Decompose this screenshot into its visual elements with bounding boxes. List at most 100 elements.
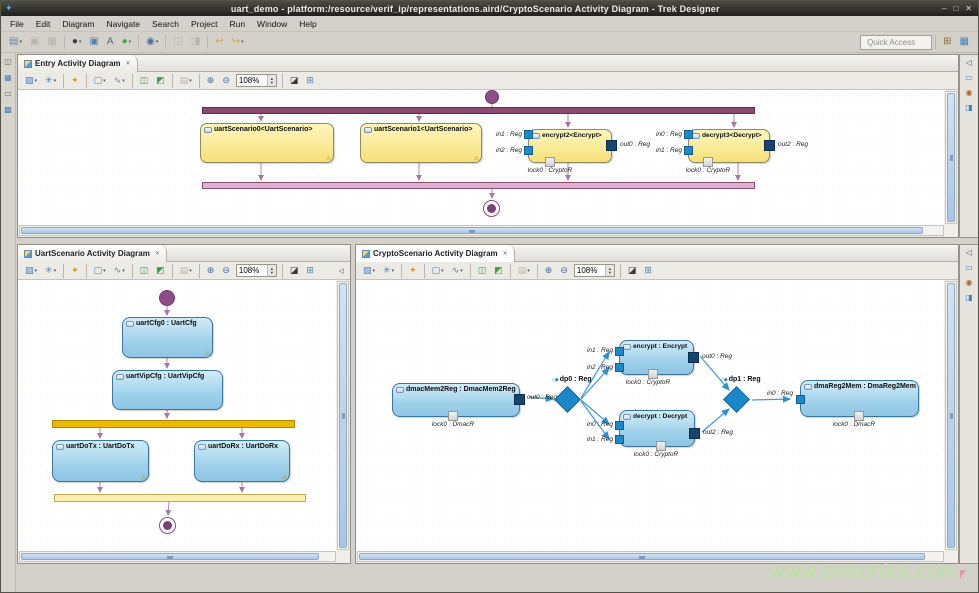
pin-out0[interactable] <box>514 394 525 405</box>
pin-in1[interactable] <box>615 435 624 444</box>
menu-search[interactable]: Search <box>146 17 185 31</box>
pin-lock0[interactable] <box>703 157 713 167</box>
node-dmaReg2Mem[interactable]: dmaReg2Mem : DmaReg2Mem in0 : Reg lock0 … <box>800 380 919 417</box>
menu-help[interactable]: Help <box>293 17 322 31</box>
console-icon[interactable]: ▣ <box>86 34 101 50</box>
pin-in2[interactable] <box>615 363 624 372</box>
close-tab-icon[interactable]: ✕ <box>126 60 131 67</box>
close-tab-icon[interactable]: ✕ <box>155 250 160 257</box>
pin-in1[interactable] <box>524 130 533 139</box>
uart-horizontal-scrollbar[interactable] <box>19 551 336 562</box>
pin-out2[interactable] <box>764 140 775 151</box>
zoom-out-icon[interactable]: ⊖ <box>219 73 233 89</box>
note-tool-icon[interactable]: ◨ <box>964 293 974 303</box>
scrollbar-thumb[interactable] <box>21 553 319 560</box>
line-style-icon[interactable]: ∿▾ <box>449 263 466 279</box>
node-uartScenario1[interactable]: uartScenario1<UartScenario> ⚠ <box>360 123 482 163</box>
collapse-palette-icon[interactable]: ◁ <box>965 58 973 68</box>
fork-bar[interactable] <box>202 107 755 114</box>
pin-in0[interactable] <box>796 395 805 404</box>
pin-lock0[interactable] <box>656 441 666 451</box>
note-tool-icon[interactable]: ◨ <box>964 103 974 113</box>
export-image-icon[interactable]: ◫ <box>137 73 152 89</box>
node-uartVipCfg[interactable]: uartVipCfg : UartVipCfg <box>112 370 223 410</box>
line-style-icon[interactable]: ∿▾ <box>111 73 128 89</box>
open-perspective-icon[interactable]: ⊞ <box>940 34 954 50</box>
pin-lock0[interactable] <box>648 369 658 379</box>
final-node[interactable] <box>159 517 176 534</box>
run-icon[interactable]: ●▾ <box>119 34 135 50</box>
pin-out2[interactable] <box>689 428 700 439</box>
export-html-icon[interactable]: ◩ <box>153 73 168 89</box>
collapse-palette-icon[interactable]: ◁ <box>336 267 347 275</box>
forward-icon[interactable]: ↪▾ <box>229 34 247 50</box>
close-button[interactable]: ✕ <box>965 4 972 13</box>
edge[interactable] <box>700 356 729 390</box>
edge[interactable] <box>168 502 169 515</box>
outline-icon[interactable]: ◪ <box>625 263 640 279</box>
grid-icon[interactable]: ⊞ <box>303 73 317 89</box>
wand-icon[interactable]: ✦ <box>68 263 82 279</box>
scrollbar-thumb[interactable] <box>359 553 925 560</box>
crypto-diagram-canvas[interactable]: dmacMem2Reg : DmacMem2Reg out0 : Reg loc… <box>356 280 944 551</box>
filters-icon[interactable]: ✳▾ <box>380 263 397 279</box>
zoom-in-icon[interactable]: ⊕ <box>542 263 556 279</box>
menu-navigate[interactable]: Navigate <box>100 17 146 31</box>
zoom-level-input[interactable] <box>237 75 267 86</box>
edge[interactable] <box>581 401 609 439</box>
pin-lock0[interactable] <box>448 411 458 421</box>
zoom-in-icon[interactable]: ⊕ <box>204 263 218 279</box>
pin-lock0[interactable] <box>545 157 555 167</box>
restore-views-icon[interactable]: ◫ <box>3 57 13 67</box>
filters-icon[interactable]: ✳▾ <box>42 73 59 89</box>
zoom-out-icon[interactable]: ⊖ <box>219 263 233 279</box>
pin-lock0[interactable] <box>854 411 864 421</box>
export-html-icon[interactable]: ◩ <box>153 263 168 279</box>
zoom-out-icon[interactable]: ⊖ <box>557 263 571 279</box>
shape-icon[interactable]: ▢▾ <box>91 263 109 279</box>
menu-project[interactable]: Project <box>185 17 223 31</box>
shape-icon[interactable]: ▢▾ <box>429 263 447 279</box>
outline-icon[interactable]: ◪ <box>287 263 302 279</box>
node-uartDoTx[interactable]: uartDoTx : UartDoTx ⚠ <box>52 440 149 482</box>
pin-out0[interactable] <box>606 140 617 151</box>
join-bar[interactable] <box>202 182 755 189</box>
initial-node[interactable] <box>485 90 499 104</box>
node-uartDoRx[interactable]: uartDoRx : UartDoRx ⚠ <box>194 440 290 482</box>
menu-run[interactable]: Run <box>223 17 251 31</box>
scrollbar-thumb[interactable] <box>947 93 955 222</box>
final-node[interactable] <box>483 200 500 217</box>
zoom-spinner[interactable]: ▲ ▼ <box>605 265 614 276</box>
decision-node-dp0[interactable] <box>554 386 581 413</box>
new-wizard-icon[interactable]: ▤▾ <box>6 34 25 50</box>
zoom-level-input[interactable] <box>575 265 605 276</box>
select-tool-icon[interactable]: ▭ <box>964 263 974 273</box>
edge[interactable] <box>581 368 609 399</box>
pin-out0[interactable] <box>688 352 699 363</box>
collapse-palette-icon[interactable]: ◁ <box>965 248 973 258</box>
zoom-level-input[interactable] <box>237 265 267 276</box>
node-encrypt2[interactable]: encrypt2<Encrypt> in1 : Reg in2 : Reg ou… <box>528 129 612 163</box>
export-image-icon[interactable]: ◫ <box>137 263 152 279</box>
zoom-tool-icon[interactable]: ◉ <box>965 88 974 98</box>
pin-in1[interactable] <box>615 347 624 356</box>
entry-vertical-scrollbar[interactable] <box>945 91 957 224</box>
uart-diagram-canvas[interactable]: uartCfg0 : UartCfg ⚠ uartVipCfg : UartVi… <box>18 280 336 551</box>
arrange-icon[interactable]: ▧▾ <box>22 73 40 89</box>
join-bar[interactable] <box>54 494 306 502</box>
pin-in1[interactable] <box>684 146 693 155</box>
menu-file[interactable]: File <box>4 17 30 31</box>
menu-window[interactable]: Window <box>251 17 293 31</box>
initial-node[interactable] <box>159 290 175 306</box>
node-decrypt[interactable]: decrypt : Decrypt in0 : Reg in1 : Reg ou… <box>619 410 695 447</box>
zoom-spinner[interactable]: ▲ ▼ <box>267 75 276 86</box>
model-explorer-icon[interactable]: ▦ <box>3 73 13 83</box>
uart-vertical-scrollbar[interactable] <box>337 281 349 550</box>
pin-in0[interactable] <box>684 130 693 139</box>
menu-edit[interactable]: Edit <box>30 17 57 31</box>
menu-diagram[interactable]: Diagram <box>56 17 100 31</box>
fork-bar[interactable] <box>52 420 295 428</box>
shape-icon[interactable]: ▢▾ <box>91 73 109 89</box>
line-style-icon[interactable]: ∿▾ <box>111 263 128 279</box>
back-icon[interactable]: ↩ <box>212 34 226 50</box>
